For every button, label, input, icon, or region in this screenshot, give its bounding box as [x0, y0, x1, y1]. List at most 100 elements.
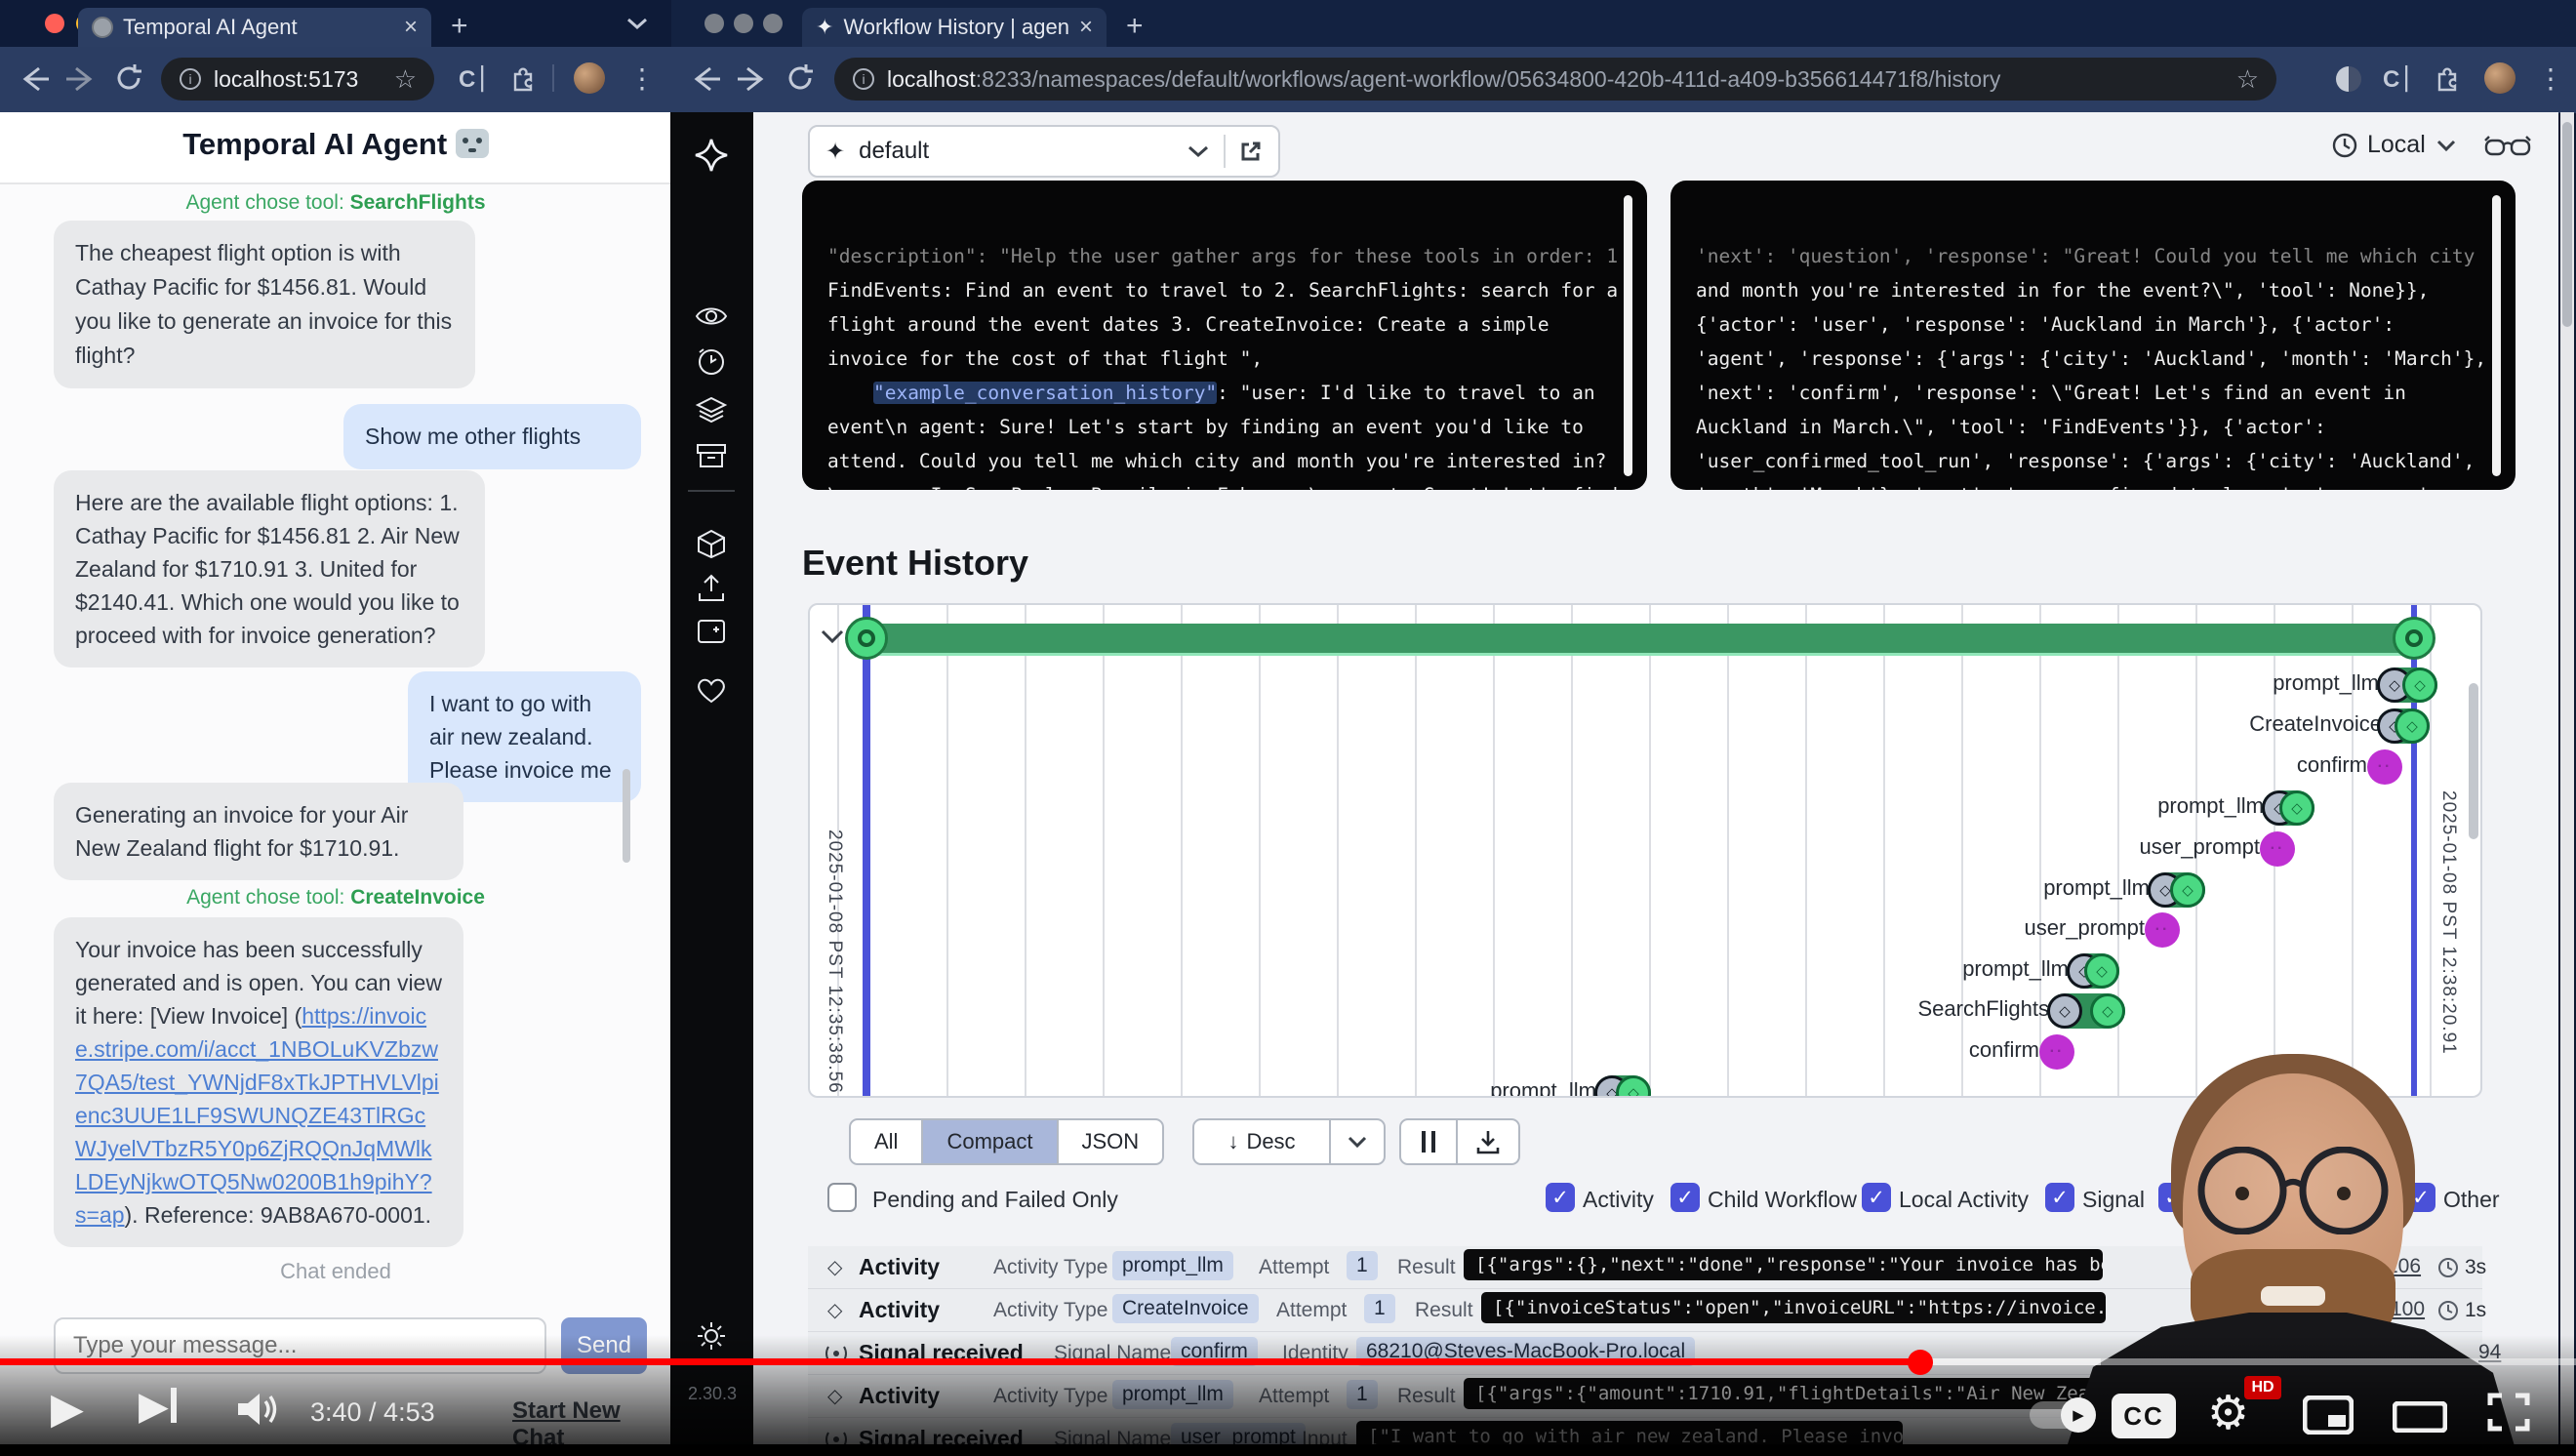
workflow-start-marker[interactable] — [845, 617, 888, 660]
view-json-tab[interactable]: JSON — [1059, 1120, 1163, 1163]
theater-mode-icon[interactable] — [2393, 1401, 2447, 1437]
video-progress-buffered[interactable] — [1920, 1358, 2101, 1365]
right-address-bar[interactable]: i localhost:8233/namespaces/default/work… — [834, 58, 2276, 101]
chrome-menu-kebab-icon[interactable]: ⋮ — [2537, 62, 2564, 95]
labs-glasses-icon[interactable] — [2483, 133, 2532, 165]
new-tab-button[interactable]: + — [451, 10, 468, 43]
workflow-execution-bar[interactable] — [866, 624, 2416, 653]
back-icon[interactable] — [18, 64, 51, 99]
bookmark-star-icon[interactable]: ☆ — [2236, 64, 2259, 95]
close-window-button[interactable] — [704, 14, 724, 33]
signal-marker[interactable]: ·· — [2260, 831, 2295, 867]
view-all-tab[interactable]: All — [851, 1120, 921, 1163]
fullscreen-icon[interactable] — [2486, 1392, 2531, 1437]
tab-workflow-history[interactable]: ✦ Workflow History | agent-wor × — [802, 8, 1107, 47]
profile-avatar[interactable] — [2484, 62, 2516, 94]
clipboard-extension-icon[interactable]: C⏐ — [459, 66, 489, 94]
extensions-puzzle-icon[interactable] — [509, 64, 537, 97]
play-button[interactable]: ▶ — [51, 1384, 84, 1434]
docs-book-icon[interactable] — [693, 613, 730, 650]
timeline-scrollbar[interactable] — [2469, 683, 2478, 839]
tab-temporal-ai-agent[interactable]: Temporal AI Agent × — [78, 8, 431, 47]
reload-icon[interactable] — [785, 62, 816, 99]
bookmark-star-icon[interactable]: ☆ — [394, 64, 417, 95]
timeline-event-label[interactable]: prompt_llm — [2273, 670, 2379, 696]
volume-icon[interactable] — [234, 1390, 279, 1434]
tab-close-icon[interactable]: × — [404, 14, 418, 41]
view-compact-tab[interactable]: Compact — [921, 1120, 1058, 1163]
filter-child-workflow-checkbox[interactable]: ✓ — [1670, 1183, 1700, 1212]
next-button[interactable]: ▶ — [139, 1384, 177, 1429]
namespace-select[interactable]: ✦ default — [808, 125, 1280, 178]
signal-marker[interactable]: ·· — [2145, 912, 2180, 948]
timeline-event-label[interactable]: prompt_llm — [2043, 875, 2150, 901]
timeline-event-label[interactable]: CreateInvoice — [2249, 711, 2382, 737]
timeline-collapse-chevron-icon[interactable] — [820, 628, 845, 649]
dark-mode-extension-icon[interactable] — [2336, 66, 2361, 92]
timeline-event-label[interactable]: user_prompt — [2024, 915, 2145, 941]
namespaces-cube-icon[interactable] — [693, 525, 730, 562]
workflows-icon[interactable] — [693, 298, 730, 335]
clipboard-extension-icon[interactable]: C⏐ — [2383, 66, 2413, 94]
pending-failed-checkbox[interactable] — [827, 1183, 857, 1212]
video-scrubber-dot[interactable] — [1908, 1350, 1933, 1375]
schedules-clock-icon[interactable] — [693, 344, 730, 381]
tab-close-icon[interactable]: × — [1079, 14, 1093, 41]
timeline-event-label[interactable]: prompt_llm — [2157, 793, 2264, 819]
workflow-end-marker[interactable] — [2393, 617, 2435, 660]
profile-avatar[interactable] — [574, 62, 605, 94]
extensions-puzzle-icon[interactable] — [2434, 64, 2461, 97]
back-icon[interactable] — [689, 64, 722, 99]
archive-icon[interactable] — [693, 437, 730, 474]
miniplayer-icon[interactable] — [2303, 1395, 2354, 1439]
chrome-menu-kebab-icon[interactable]: ⋮ — [628, 62, 656, 95]
activity-completed-marker[interactable]: ◇ — [2395, 708, 2430, 744]
close-window-button[interactable] — [45, 14, 64, 33]
chat-scrollbar[interactable] — [623, 769, 630, 863]
left-address-bar[interactable]: i localhost:5173 ☆ — [161, 58, 434, 101]
minimize-window-button[interactable] — [734, 14, 753, 33]
activity-completed-marker[interactable]: ◇ — [2279, 790, 2314, 826]
workflow-input-json[interactable]: "description": "Help the user gather arg… — [802, 181, 1647, 490]
filter-activity-checkbox[interactable]: ✓ — [1546, 1183, 1575, 1212]
code-panel-scrollbar[interactable] — [2492, 195, 2501, 476]
workflow-result-json[interactable]: 'next': 'question', 'response': "Great! … — [1670, 181, 2516, 490]
zoom-window-button[interactable] — [763, 14, 783, 33]
activity-completed-marker[interactable]: ◇ — [2402, 667, 2437, 703]
new-tab-button[interactable]: + — [1126, 10, 1144, 43]
import-upload-icon[interactable] — [693, 570, 730, 607]
timeline-event-label[interactable]: user_prompt — [2139, 834, 2260, 860]
feedback-heart-icon[interactable] — [693, 671, 730, 708]
deployments-layers-icon[interactable] — [693, 390, 730, 427]
site-info-icon[interactable]: i — [179, 67, 202, 91]
video-progress-remaining[interactable] — [2101, 1358, 2576, 1365]
forward-icon[interactable] — [736, 64, 769, 99]
invoice-link[interactable]: https://invoice.stripe.com/i/acct_1NBOLu… — [75, 1003, 439, 1228]
timeline-event-label[interactable]: prompt_llm — [1490, 1078, 1596, 1098]
site-info-icon[interactable]: i — [852, 67, 875, 91]
page-scrollbar-thumb[interactable] — [2562, 122, 2572, 327]
signal-marker[interactable]: ·· — [2367, 749, 2402, 785]
forward-icon[interactable] — [64, 64, 98, 99]
filter-local-activity-checkbox[interactable]: ✓ — [1862, 1183, 1891, 1212]
activity-completed-marker[interactable]: ◇ — [2170, 872, 2205, 908]
sort-options-chevron-button[interactable] — [1331, 1118, 1386, 1165]
settings-gear-icon[interactable]: ⚙ — [2207, 1386, 2249, 1440]
external-link-icon[interactable] — [1239, 140, 1263, 163]
timezone-select[interactable]: Local — [2332, 131, 2457, 159]
activity-completed-marker[interactable]: ◇ — [1616, 1075, 1651, 1098]
download-history-button[interactable] — [1458, 1118, 1520, 1165]
autoplay-toggle[interactable]: ▶ — [2030, 1401, 2092, 1429]
sort-desc-button[interactable]: ↓ Desc — [1192, 1118, 1331, 1165]
code-panel-scrollbar[interactable] — [1624, 195, 1632, 476]
namespace-value: default — [859, 138, 1173, 165]
temporal-logo-icon — [693, 137, 730, 174]
reload-icon[interactable] — [113, 62, 144, 99]
timeline-event-label[interactable]: confirm — [2297, 752, 2367, 778]
tab-search-chevron-icon[interactable] — [624, 16, 650, 36]
filter-child-workflow-label: Child Workflow — [1708, 1187, 1857, 1213]
video-progress-played[interactable] — [0, 1358, 1920, 1365]
captions-button[interactable]: CC — [2112, 1394, 2176, 1438]
pause-autorefresh-button[interactable] — [1399, 1118, 1458, 1165]
arrow-down-icon: ↓ — [1228, 1129, 1238, 1154]
